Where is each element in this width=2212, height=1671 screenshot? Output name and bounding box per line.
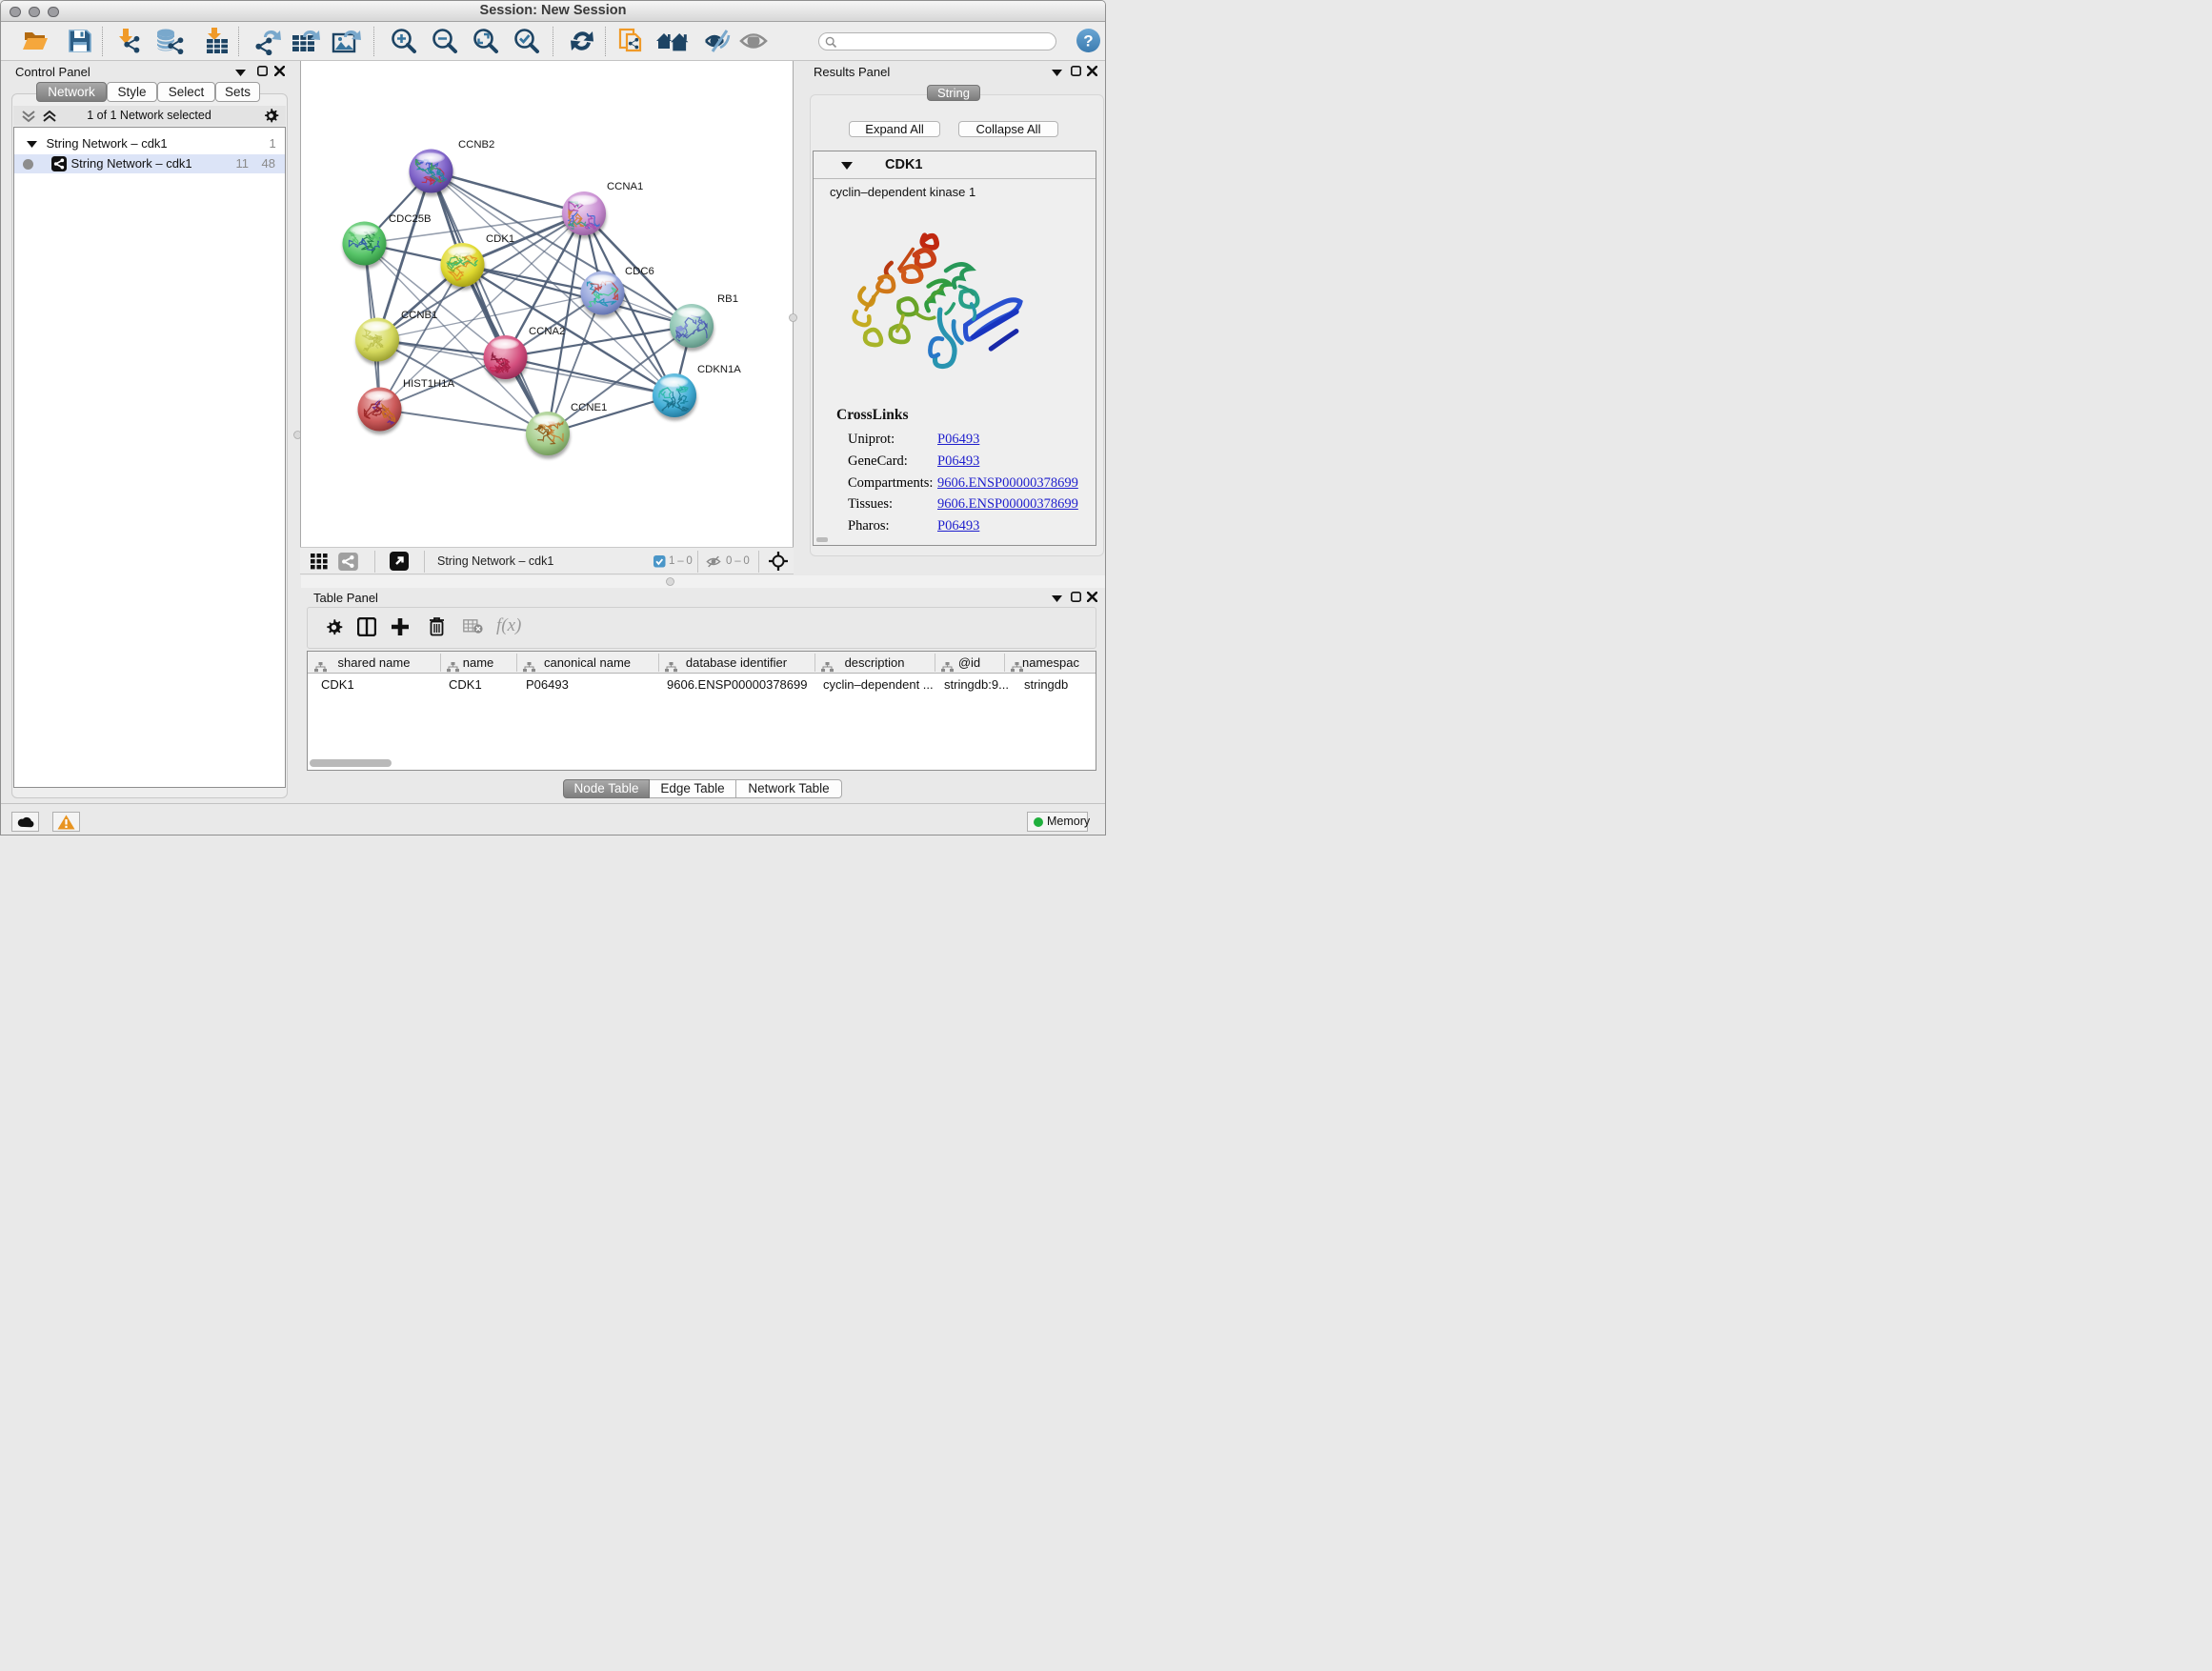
svg-text:CDC6: CDC6 — [625, 266, 654, 277]
svg-text:CCNB2: CCNB2 — [458, 139, 494, 151]
svg-text:CDC25B: CDC25B — [389, 213, 432, 225]
svg-text:RB1: RB1 — [717, 293, 738, 305]
svg-text:CDKN1A: CDKN1A — [697, 364, 741, 375]
svg-text:CDK1: CDK1 — [486, 233, 514, 245]
svg-text:CCNA1: CCNA1 — [607, 181, 643, 192]
svg-text:HIST1H1A: HIST1H1A — [403, 378, 454, 390]
svg-text:CCNE1: CCNE1 — [571, 402, 607, 413]
svg-text:CCNA2: CCNA2 — [529, 326, 565, 337]
svg-text:?: ? — [1083, 32, 1093, 50]
svg-text:CCNB1: CCNB1 — [401, 310, 437, 321]
